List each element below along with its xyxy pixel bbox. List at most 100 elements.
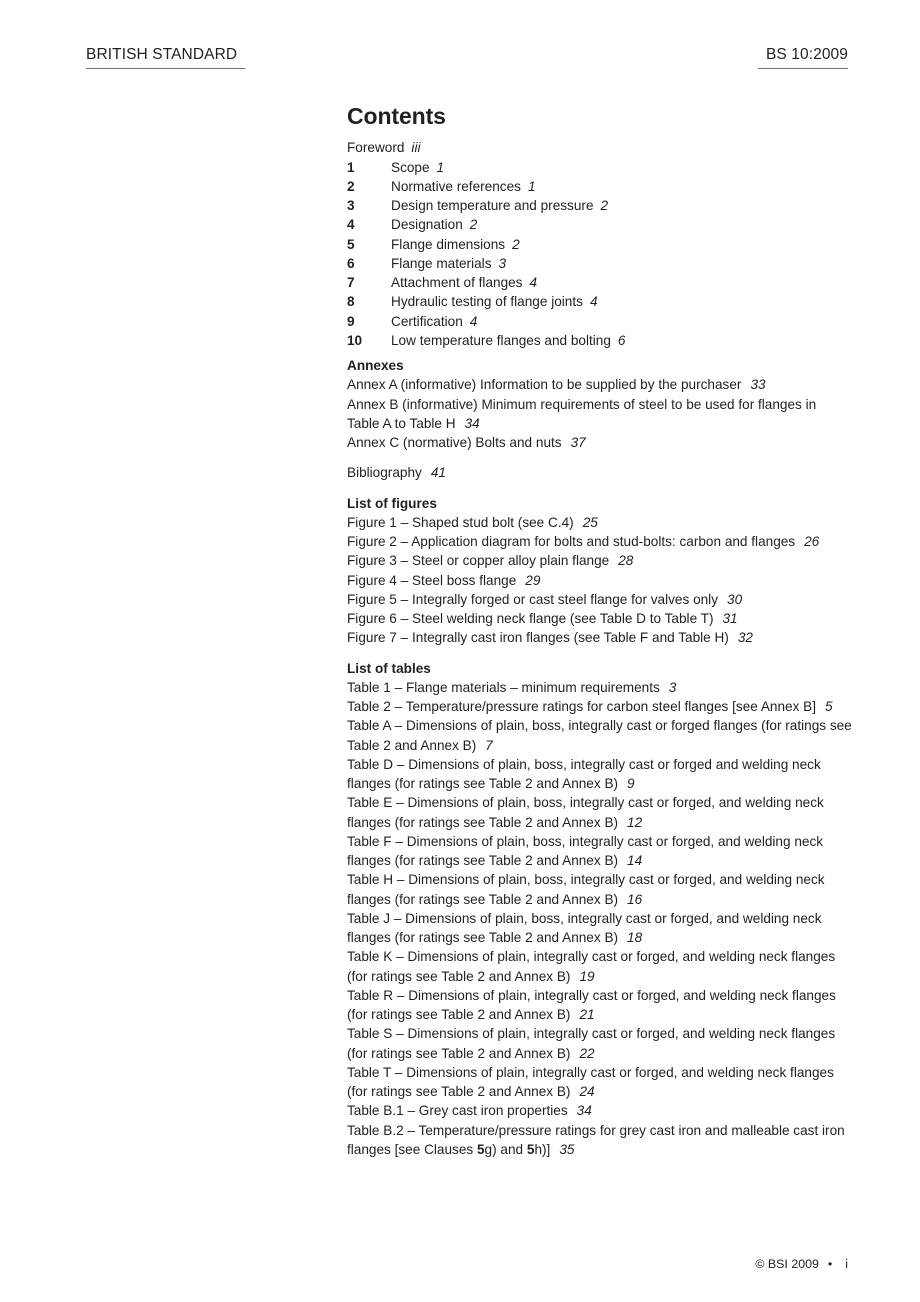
toc-entry-page: 35 [559, 1141, 575, 1157]
toc-entry-clause[interactable]: 10 Low temperature flanges and bolting 6 [347, 331, 852, 350]
toc-clause-number: 3 [347, 198, 355, 214]
toc-entry-table[interactable]: Table 2 – Temperature/pressure ratings f… [347, 697, 852, 716]
toc-clause-list: 1 Scope 1 2 Normative references 1 3 Design t… [347, 158, 852, 351]
toc-entry-page: 9 [627, 776, 635, 792]
toc-entry-figure[interactable]: Figure 4 – Steel boss flange 29 [347, 571, 852, 590]
page-footer: © BSI 2009 • i [755, 1257, 848, 1271]
toc-entry-page: 2 [469, 217, 478, 233]
toc-entry-page: 1 [436, 159, 445, 175]
toc-entry-page: 24 [579, 1084, 595, 1100]
toc-clause-number: 9 [347, 313, 355, 329]
toc-entry-label: Annex A (informative) Information to be … [347, 377, 742, 393]
standard-body-label: BRITISH STANDARD [86, 46, 246, 70]
toc-entry-label: Attachment of flanges [391, 275, 523, 291]
toc-entry-clause[interactable]: 5 Flange dimensions 2 [347, 235, 852, 254]
toc-entry-page: 4 [529, 275, 538, 291]
page-header: BRITISH STANDARD BS 10:2009 [86, 46, 848, 70]
toc-entry-page: 31 [722, 611, 738, 627]
toc-entry-label: Foreword [347, 140, 405, 156]
toc-entry-foreword[interactable]: Foreword iii [347, 138, 852, 157]
toc-entry-figure[interactable]: Figure 6 – Steel welding neck flange (se… [347, 609, 852, 628]
toc-entry-label: Table D – Dimensions of plain, boss, int… [347, 756, 821, 792]
toc-entry-table[interactable]: Table E – Dimensions of plain, boss, int… [347, 793, 852, 832]
toc-entry-page: 16 [627, 891, 643, 907]
toc-entry-table[interactable]: Table B.2 – Temperature/pressure ratings… [347, 1121, 852, 1160]
toc-entry-page: 30 [727, 591, 743, 607]
toc-entry-table[interactable]: Table 1 – Flange materials – minimum req… [347, 678, 852, 697]
toc-entry-label: Table 1 – Flange materials – minimum req… [347, 679, 660, 695]
toc-entry-label: Table B.1 – Grey cast iron properties [347, 1103, 568, 1119]
page-title: Contents [347, 103, 446, 129]
toc-entry-page: 34 [576, 1103, 592, 1119]
toc-clause-number: 4 [347, 217, 355, 233]
standard-number-label: BS 10:2009 [757, 46, 848, 70]
toc-entry-label: Flange dimensions [391, 236, 506, 252]
toc-entry-label: Table 2 – Temperature/pressure ratings f… [347, 699, 817, 715]
toc-entry-label: Figure 4 – Steel boss flange [347, 572, 517, 588]
toc-clause-number: 6 [347, 255, 355, 271]
toc-entry-label: Low temperature flanges and bolting [391, 332, 611, 348]
toc-entry-page: 14 [627, 853, 643, 869]
toc-entry-label: Flange materials [391, 255, 492, 271]
toc-entry-page: 2 [600, 198, 609, 214]
toc-entry-label: Bibliography [347, 465, 422, 481]
toc-entry-page: 3 [498, 255, 507, 271]
toc-entry-clause[interactable]: 3 Design temperature and pressure 2 [347, 196, 852, 215]
toc-entry-table[interactable]: Table A – Dimensions of plain, boss, int… [347, 716, 852, 755]
toc-entry-clause[interactable]: 8 Hydraulic testing of flange joints 4 [347, 292, 852, 311]
toc-entry-figure[interactable]: Figure 3 – Steel or copper alloy plain f… [347, 551, 852, 570]
toc-entry-clause[interactable]: 7 Attachment of flanges 4 [347, 273, 852, 292]
toc-figure-list: Figure 1 – Shaped stud bolt (see C.4) 25 … [347, 513, 852, 648]
page-number: i [845, 1257, 848, 1271]
toc-entry-page: 25 [582, 514, 598, 530]
toc-entry-table[interactable]: Table B.1 – Grey cast iron properties 34 [347, 1101, 852, 1120]
toc-entry-page: 22 [579, 1045, 595, 1061]
toc-entry-clause[interactable]: 4 Designation 2 [347, 215, 852, 234]
toc-entry-clause[interactable]: 2 Normative references 1 [347, 177, 852, 196]
toc-entry-annex[interactable]: Annex B (informative) Minimum requiremen… [347, 395, 852, 434]
toc-entry-table[interactable]: Table H – Dimensions of plain, boss, int… [347, 870, 852, 909]
toc-entry-clause[interactable]: 9 Certification 4 [347, 312, 852, 331]
toc-entry-label: Figure 2 – Application diagram for bolts… [347, 534, 796, 550]
toc-entry-bibliography[interactable]: Bibliography 41 [347, 463, 852, 482]
toc-entry-label: Scope [391, 159, 430, 175]
toc-clause-number: 2 [347, 178, 355, 194]
toc-entry-label: Table H – Dimensions of plain, boss, int… [347, 872, 825, 907]
toc-entry-table[interactable]: Table D – Dimensions of plain, boss, int… [347, 755, 852, 794]
toc-entry-clause[interactable]: 1 Scope 1 [347, 158, 852, 177]
toc-entry-page: 7 [485, 737, 493, 753]
toc-entry-page: 18 [627, 930, 643, 946]
toc-entry-figure[interactable]: Figure 2 – Application diagram for bolts… [347, 532, 852, 551]
toc-entry-label-part: h)] [534, 1141, 551, 1157]
toc-entry-page: 2 [512, 236, 520, 252]
toc-entry-label: Normative references [391, 178, 521, 194]
toc-entry-page: 19 [579, 968, 595, 984]
toc-entry-page: 1 [527, 178, 536, 194]
toc-entry-page: 32 [737, 630, 753, 646]
toc-entry-figure[interactable]: Figure 1 – Shaped stud bolt (see C.4) 25 [347, 513, 852, 532]
toc-entry-clause[interactable]: 6 Flange materials 3 [347, 254, 852, 273]
toc-entry-label-part: Table B.2 – Temperature/pressure ratings… [347, 1122, 845, 1157]
toc-entry-table[interactable]: Table S – Dimensions of plain, integrall… [347, 1024, 852, 1063]
toc-entry-annex[interactable]: Annex A (informative) Information to be … [347, 375, 852, 394]
toc-entry-label: Annex B (informative) Minimum requiremen… [347, 396, 817, 431]
toc-entry-table[interactable]: Table R – Dimensions of plain, integrall… [347, 986, 852, 1025]
toc-entry-page: 37 [570, 435, 586, 451]
toc-entry-page: 4 [589, 294, 598, 310]
toc-entry-page: 34 [464, 415, 480, 431]
toc-entry-label: Annex C (normative) Bolts and nuts [347, 435, 562, 451]
toc-entry-page: iii [411, 140, 421, 156]
toc-entry-table[interactable]: Table K – Dimensions of plain, integrall… [347, 947, 852, 986]
toc-entry-annex[interactable]: Annex C (normative) Bolts and nuts 37 [347, 433, 852, 452]
toc-entry-table[interactable]: Table F – Dimensions of plain, boss, int… [347, 832, 852, 871]
toc-entry-figure[interactable]: Figure 5 – Integrally forged or cast ste… [347, 590, 852, 609]
toc-entry-page: 41 [430, 465, 446, 481]
toc-entry-page: 29 [525, 572, 541, 588]
tables-heading: List of tables [347, 660, 431, 676]
toc-entry-table[interactable]: Table T – Dimensions of plain, integrall… [347, 1063, 852, 1102]
contents-column: Contents Foreword iii 1 Scope 1 2 Normative … [347, 103, 852, 1160]
toc-entry-figure[interactable]: Figure 7 – Integrally cast iron flanges … [347, 628, 852, 647]
figures-heading: List of figures [347, 495, 437, 511]
toc-entry-table[interactable]: Table J – Dimensions of plain, boss, int… [347, 909, 852, 948]
toc-entry-label: Hydraulic testing of flange joints [391, 294, 583, 310]
